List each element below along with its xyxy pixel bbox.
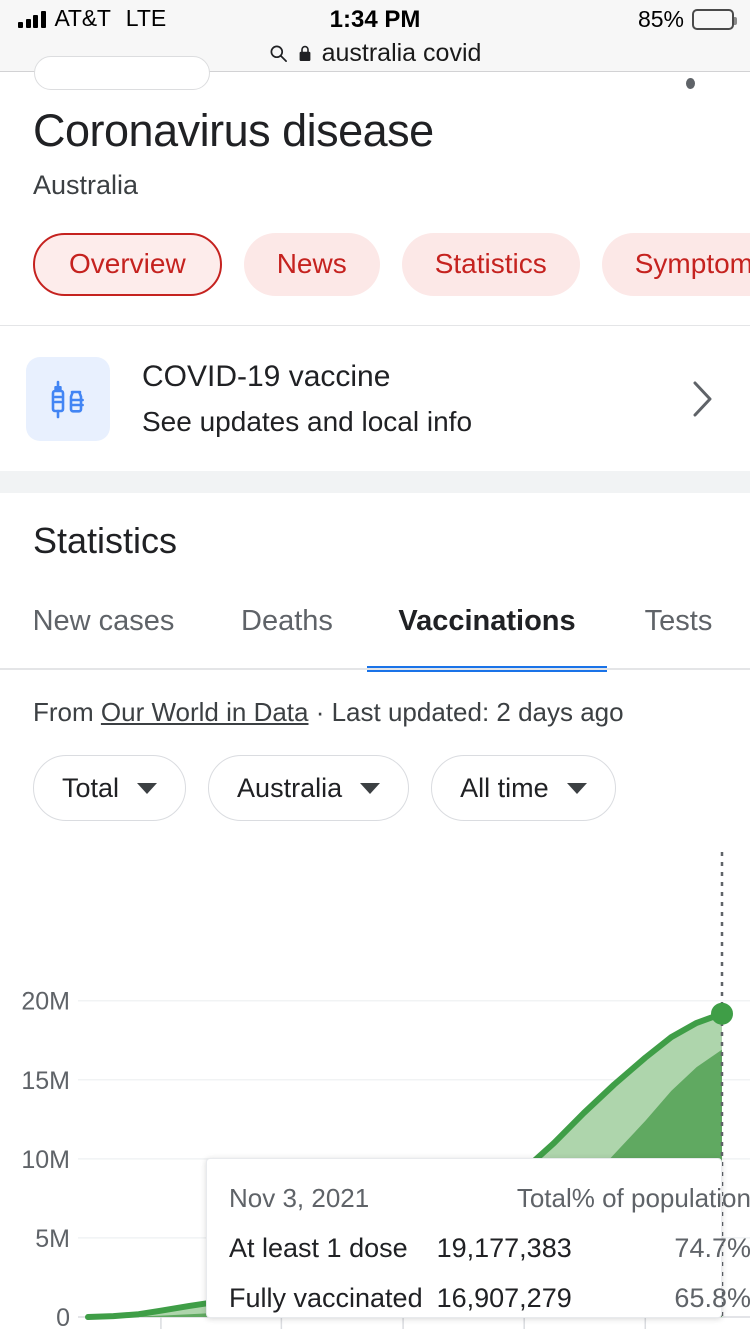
topic-pill-news[interactable]: News <box>244 233 380 296</box>
lock-icon <box>298 45 312 62</box>
chevron-down-icon <box>360 783 380 794</box>
filter-timerange-label: All time <box>460 773 549 804</box>
overflow-dot-icon[interactable] <box>686 78 695 89</box>
chevron-down-icon <box>567 783 587 794</box>
svg-text:20M: 20M <box>21 988 70 1016</box>
search-icon <box>269 44 288 63</box>
battery-icon <box>692 9 734 30</box>
topic-pill-symptoms[interactable]: Symptoms <box>602 233 750 296</box>
tooltip-row-dose1: At least 1 dose 19,177,383 74.7% <box>229 1223 750 1273</box>
tab-deaths[interactable]: Deaths <box>207 592 367 672</box>
url-text: australia covid <box>322 39 482 68</box>
source-prefix: From <box>33 697 101 727</box>
tab-vaccinations[interactable]: Vaccinations <box>367 592 607 672</box>
tooltip-col-percent: % of population <box>572 1173 750 1223</box>
filter-region-label: Australia <box>237 773 342 804</box>
filter-metric-dropdown[interactable]: Total <box>33 755 186 821</box>
statistics-heading: Statistics <box>33 520 177 562</box>
svg-text:15M: 15M <box>21 1067 70 1095</box>
chevron-right-icon[interactable] <box>692 380 714 418</box>
filter-region-dropdown[interactable]: Australia <box>208 755 409 821</box>
tooltip-header-row: Nov 3, 2021 Total % of population <box>229 1173 750 1223</box>
topic-tab-pills: Overview News Statistics Symptoms <box>0 229 750 299</box>
tab-deaths-label: Deaths <box>241 605 333 637</box>
filter-metric-label: Total <box>62 773 119 804</box>
chevron-down-icon <box>137 783 157 794</box>
vaccine-syringe-icon <box>26 357 110 441</box>
vaccine-card-subtitle: See updates and local info <box>142 399 692 444</box>
tab-bar-rule <box>0 668 750 670</box>
source-suffix: · Last updated: 2 days ago <box>308 697 623 727</box>
partially-scrolled-chip[interactable] <box>34 56 210 90</box>
chart-filter-row: Total Australia All time <box>33 755 616 821</box>
topic-pill-overview[interactable]: Overview <box>33 233 222 296</box>
tab-new-cases-label: New cases <box>33 605 175 637</box>
tooltip-col-total: Total <box>423 1173 572 1223</box>
source-link[interactable]: Our World in Data <box>101 697 309 727</box>
battery-percent-label: 85% <box>638 6 684 33</box>
tooltip-date: Nov 3, 2021 <box>229 1173 423 1223</box>
tab-tests[interactable]: Tests <box>607 592 750 672</box>
topic-pill-statistics[interactable]: Statistics <box>402 233 580 296</box>
tab-tests-label: Tests <box>645 605 713 637</box>
statistics-tab-bar: New cases Deaths Vaccinations Tests <box>0 592 750 672</box>
vaccine-card-text: COVID-19 vaccine See updates and local i… <box>142 354 692 444</box>
tooltip-dose1-percent: 74.7% <box>572 1223 750 1273</box>
page-title: Coronavirus disease <box>33 105 434 157</box>
tooltip-row-fully: Fully vaccinated 16,907,279 65.8% <box>229 1273 750 1323</box>
svg-text:0: 0 <box>56 1304 70 1332</box>
covid-vaccine-card[interactable]: COVID-19 vaccine See updates and local i… <box>0 326 750 471</box>
tooltip-dose1-total: 19,177,383 <box>423 1223 572 1273</box>
data-source-line: From Our World in Data · Last updated: 2… <box>33 697 624 728</box>
section-spacer <box>0 471 750 493</box>
svg-text:10M: 10M <box>21 1146 70 1174</box>
tab-new-cases[interactable]: New cases <box>0 592 207 672</box>
vaccine-card-title: COVID-19 vaccine <box>142 354 692 399</box>
tab-vaccinations-label: Vaccinations <box>398 605 575 637</box>
filter-timerange-dropdown[interactable]: All time <box>431 755 616 821</box>
svg-text:5M: 5M <box>35 1225 70 1253</box>
status-bar-right: 85% <box>638 6 734 33</box>
status-bar-top-row: AT&T LTE 1:34 PM 85% <box>0 6 750 36</box>
tooltip-fully-total: 16,907,279 <box>423 1273 572 1323</box>
chart-value-marker <box>711 1003 733 1025</box>
tooltip-fully-percent: 65.8% <box>572 1273 750 1323</box>
page-subtitle: Australia <box>33 170 138 201</box>
tooltip-dose1-label: At least 1 dose <box>229 1223 423 1273</box>
chart-y-axis-labels: 0 5M 10M 15M 20M <box>21 988 70 1332</box>
page-content: Coronavirus disease Australia Overview N… <box>0 72 750 1334</box>
chart-tooltip: Nov 3, 2021 Total % of population At lea… <box>206 1158 722 1318</box>
tooltip-fully-label: Fully vaccinated <box>229 1273 423 1323</box>
